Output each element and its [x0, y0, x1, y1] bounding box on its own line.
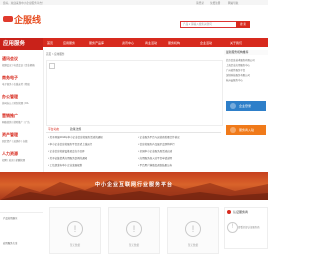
promo-banner[interactable]: 中小企业互联网行业服务平台	[0, 172, 268, 200]
certified-providers-box: 认证服务商 ! 查看全部认证服务商	[224, 207, 268, 249]
list-item[interactable]: • 企业信息化建设推进会在京召开	[48, 149, 85, 153]
button-label: 企业登录	[239, 104, 252, 108]
sidebar-item-title: 通讯会议	[2, 56, 18, 61]
sidebar-item-sub: 固定资产 | 进销存 | 仓储	[2, 139, 28, 143]
empty-icon: !	[67, 221, 83, 237]
sidebar-item-marketing[interactable]: 营销推广 网络营销 | 搜索推广 | 广告	[2, 113, 30, 124]
empty-icon: !	[227, 222, 238, 233]
provider-join-button[interactable]: 服务商入驻	[226, 125, 266, 135]
sidebar-item-title: 办公管理	[2, 94, 18, 99]
sidebar-item-office[interactable]: 办公管理 协同办公 | 财务管理 | OA	[2, 94, 28, 105]
sidebar-item-assets[interactable]: 资产管理 固定资产 | 进销存 | 仓储	[2, 132, 27, 143]
nav-item-apps[interactable]: 应用服务	[63, 41, 75, 45]
search-button[interactable]: 搜 索	[236, 21, 250, 28]
sidebar-item-title: 商务电子	[2, 75, 18, 80]
bottom-link[interactable]: 产品应用展示	[3, 216, 17, 220]
sidebar-item-sub: 网络营销 | 搜索推广 | 广告	[2, 120, 30, 124]
sidebar-item-ecommerce[interactable]: 商务电子 电子商务 | 在线支付 | 物流	[2, 75, 30, 86]
cert-title: 认证服务商	[233, 210, 249, 214]
list-item[interactable]: 杭州云服务中心	[226, 78, 243, 82]
list-item[interactable]: • 中小企业信息化服务平台正式上线运行	[48, 142, 92, 146]
list-item[interactable]: • 应用服务商入驻平台申请说明	[138, 156, 172, 160]
nav-item-products[interactable]: 服务产品库	[89, 41, 104, 45]
list-item[interactable]: 上海企业应用服务中心	[226, 63, 250, 67]
content-card[interactable]: ! 暂无数据	[167, 207, 219, 254]
tab-platform-news[interactable]: 平台动态	[48, 127, 59, 131]
list-item[interactable]: • 企业服务平台与运营商签署合作协议	[138, 135, 180, 139]
content-card[interactable]: ! 暂无数据	[49, 207, 101, 254]
store-icon	[230, 127, 236, 133]
user-icon	[230, 103, 236, 109]
list-item[interactable]: • 关于开展2014年中小企业信息化服务活动的通知	[48, 135, 103, 139]
right-panel-heading: 最新服务机构推荐	[224, 50, 268, 55]
card-caption: 暂无数据	[128, 244, 140, 247]
logo-icon	[3, 16, 13, 22]
breadcrumb: 首页 > 应用服务	[46, 53, 65, 56]
content-card[interactable]: ! 暂无数据	[108, 207, 160, 254]
list-item[interactable]: • 全国中小企业服务周活动启动	[138, 149, 172, 153]
cert-link[interactable]: 查看全部认证服务商	[238, 225, 260, 229]
sidebar-item-title: 资产管理	[2, 132, 18, 137]
news-tabs: 平台动态 政策法规	[46, 126, 221, 133]
sidebar-item-hr[interactable]: 人力资源 招聘 | 培训 | 薪酬管理	[2, 151, 25, 162]
sidebar-item-title: 人力资源	[2, 151, 18, 156]
card-caption: 暂无数据	[187, 244, 199, 247]
banner-slogan: 中小企业互联网行业服务平台	[94, 182, 173, 188]
sidebar-item-title: 营销推广	[2, 113, 18, 118]
empty-icon: !	[185, 221, 201, 237]
image-placeholder-icon	[49, 63, 55, 69]
logo[interactable]: 企服线	[14, 13, 41, 26]
bottom-sidebar: 产品应用展示 应用服务大全	[0, 200, 43, 257]
banner-image[interactable]	[46, 60, 223, 126]
nav-item-news[interactable]: 资讯中心	[122, 41, 134, 45]
badge-icon	[227, 210, 231, 214]
empty-icon: !	[126, 221, 142, 237]
list-item[interactable]: • 信息化服务产品展示会即将举行	[138, 142, 175, 146]
nav-item-home[interactable]: 首页	[47, 41, 53, 45]
sidebar-item-sub: 招聘 | 培训 | 薪酬管理	[2, 158, 26, 162]
enterprise-login-button[interactable]: 企业登录	[226, 101, 266, 111]
nav-item-events[interactable]: 企业活动	[200, 41, 212, 45]
list-item[interactable]: • 平台用户满意度调查结果公布	[138, 163, 172, 167]
sidebar-item-sub: 电子商务 | 在线支付 | 物流	[2, 82, 30, 86]
list-item[interactable]: 广州软件服务平台	[226, 68, 245, 72]
list-item[interactable]: 深圳科技服务有限公司	[226, 73, 250, 77]
card-caption: 暂无数据	[69, 244, 81, 247]
sidebar-item-sub: 视频会议 | 电话会议 | 企业邮箱	[2, 63, 35, 67]
list-item[interactable]: 北京信息技术服务有限公司	[226, 58, 255, 62]
tab-policy[interactable]: 政策法规	[70, 127, 81, 131]
news-list: • 关于开展2014年中小企业信息化服务活动的通知 • 中小企业信息化服务平台正…	[46, 134, 221, 170]
list-item[interactable]: • 工信部发布中小企业发展规划	[48, 163, 82, 167]
bottom-link[interactable]: 应用服务大全	[3, 241, 17, 245]
list-item[interactable]: • 关于征集优秀应用服务案例的通知	[48, 156, 87, 160]
nav-item-business[interactable]: 商业活动	[145, 41, 157, 45]
header: 企服线 产品 ▾ 请输入搜索关键词 搜 索	[0, 5, 268, 35]
search-input[interactable]: 产品 ▾ 请输入搜索关键词	[180, 21, 237, 28]
sidebar-item-communication[interactable]: 通讯会议 视频会议 | 电话会议 | 企业邮箱	[2, 56, 35, 67]
sidebar-heading: 应用服务	[0, 38, 43, 50]
nav-item-orgs[interactable]: 服务机构	[168, 41, 180, 45]
button-label: 服务商入驻	[239, 128, 255, 132]
search-placeholder: 产品 ▾ 请输入搜索关键词	[183, 23, 212, 26]
sidebar-item-sub: 协同办公 | 财务管理 | OA	[2, 101, 29, 105]
